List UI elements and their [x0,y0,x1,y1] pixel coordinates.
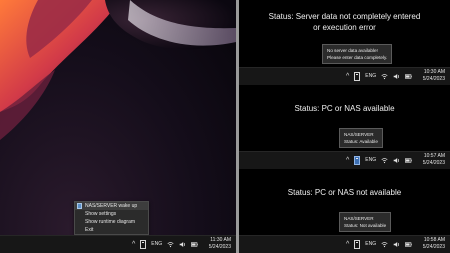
menu-item-wake-up[interactable]: NAS/SERVER wake up [75,202,148,210]
battery-icon[interactable] [405,241,412,248]
chevron-up-icon[interactable]: ^ [346,73,349,80]
tooltip-line: No server data available! [327,48,378,53]
context-menu: NAS/SERVER wake up Show settings Show ru… [74,201,149,235]
clock-date: 5/24/2023 [422,244,445,250]
nas-tray-icon[interactable] [354,72,361,81]
chevron-up-icon[interactable]: ^ [132,241,135,248]
tooltip-line: Status: Available [344,139,378,144]
clock-time: 11:30 AM [210,237,231,243]
clock-time: 10:30 AM [423,69,445,75]
tooltip-line: NAS/SERVER [344,216,374,221]
left-screen: NAS/SERVER wake up Show settings Show ru… [0,0,236,253]
tooltip-line: Status: Not available [344,223,387,228]
clock-date: 5/24/2023 [422,160,445,166]
menu-item-label: NAS/SERVER wake up [85,203,138,209]
tooltip-line: NAS/SERVER [344,132,374,137]
language-indicator[interactable]: ENG [365,74,376,79]
nas-icon [77,203,82,209]
status-title-incomplete: Status: Server data not completely enter… [239,11,450,33]
tooltip-available: NAS/SERVER Status: Available [339,128,383,148]
volume-icon[interactable] [393,241,400,248]
nas-tray-icon[interactable] [354,240,361,249]
wifi-icon[interactable] [381,157,388,164]
menu-item-show-settings[interactable]: Show settings [75,210,148,218]
status-title-line: or execution error [313,23,376,32]
wallpaper-image [0,0,236,140]
system-tray: ^ ENG [346,68,412,85]
volume-icon[interactable] [179,241,186,248]
clock[interactable]: 11:30 AM 5/24/2023 [209,237,231,251]
nas-tray-icon-available[interactable] [354,156,361,165]
system-tray: ^ ENG [346,152,412,169]
wifi-icon[interactable] [381,241,388,248]
right-screen: Status: Server data not completely enter… [239,0,450,253]
nas-tray-icon[interactable] [140,240,147,249]
clock-time: 10:57 AM [423,153,445,159]
clock[interactable]: 10:30 AM 5/24/2023 [423,69,445,83]
status-title-not-available: Status: PC or NAS not available [239,187,450,198]
taskbar: ^ ENG 10:57 AM 5/24/2023 [239,151,450,169]
clock-date: 5/24/2023 [422,76,445,82]
status-title-available: Status: PC or NAS available [239,103,450,114]
menu-item-label: Show settings [85,211,117,217]
menu-item-label: Show runtime diagram [85,219,136,225]
taskbar: ^ ENG 10:58 AM 5/24/2023 [239,235,450,253]
wifi-icon[interactable] [381,73,388,80]
menu-item-exit[interactable]: Exit [75,226,148,234]
battery-icon[interactable] [405,73,412,80]
system-tray: ^ ENG [346,236,412,253]
clock-date: 5/24/2023 [208,244,231,250]
menu-item-runtime-diagram[interactable]: Show runtime diagram [75,218,148,226]
clock-time: 10:58 AM [423,237,445,243]
system-tray: ^ ENG [132,236,198,253]
tooltip-incomplete: No server data available! Please enter d… [322,44,393,64]
clock[interactable]: 10:58 AM 5/24/2023 [423,237,445,251]
menu-item-label: Exit [85,227,94,233]
taskbar: ^ ENG 11:30 AM 5/24/2023 [0,235,236,253]
language-indicator[interactable]: ENG [365,158,376,163]
taskbar: ^ ENG 10:30 AM 5/24/2023 [239,67,450,85]
language-indicator[interactable]: ENG [365,242,376,247]
battery-icon[interactable] [405,157,412,164]
chevron-up-icon[interactable]: ^ [346,241,349,248]
volume-icon[interactable] [393,157,400,164]
tooltip-line: Please enter data completely. [327,55,388,60]
chevron-up-icon[interactable]: ^ [346,157,349,164]
wifi-icon[interactable] [167,241,174,248]
volume-icon[interactable] [393,73,400,80]
status-title-line: Status: PC or NAS not available [287,188,402,197]
status-title-line: Status: Server data not completely enter… [268,12,421,21]
status-title-line: Status: PC or NAS available [294,104,395,113]
clock[interactable]: 10:57 AM 5/24/2023 [423,153,445,167]
tooltip-not-available: NAS/SERVER Status: Not available [339,212,392,232]
language-indicator[interactable]: ENG [151,242,162,247]
battery-icon[interactable] [191,241,198,248]
